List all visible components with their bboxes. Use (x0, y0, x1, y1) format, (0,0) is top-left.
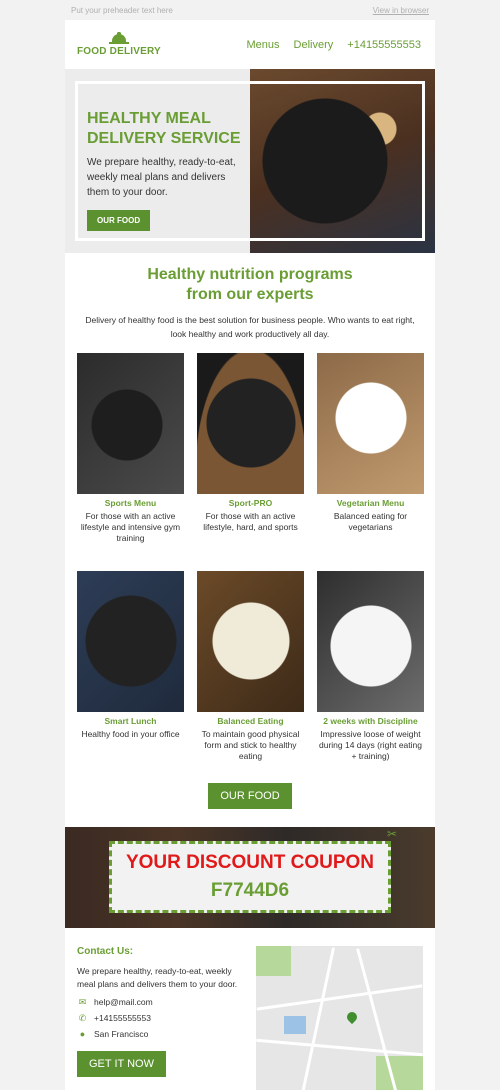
program-name[interactable]: Smart Lunch (77, 716, 184, 726)
coupon-box: YOUR DISCOUNT COUPON F7744D6 (109, 841, 391, 913)
program-card[interactable]: Balanced Eating To maintain good physica… (197, 571, 304, 775)
programs-grid: Sports Menu For those with an active lif… (65, 353, 435, 775)
nav-menus[interactable]: Menus (247, 39, 280, 51)
cloche-icon (108, 32, 129, 44)
get-it-now-button[interactable]: GET IT NOW (77, 1051, 166, 1077)
programs-subtitle: Delivery of healthy food is the best sol… (85, 315, 415, 339)
program-desc: Healthy food in your office (81, 729, 180, 739)
location-pin-icon: ● (79, 1028, 86, 1039)
header: FOOD DELIVERY Menus Delivery +1415555555… (65, 20, 435, 69)
preheader: Put your preheader text here View in bro… (65, 0, 435, 20)
hero-title: HEALTHY MEAL DELIVERY SERVICE (87, 110, 241, 147)
programs-title-line1: Healthy nutrition programs (147, 266, 353, 283)
contact-section: Contact Us: We prepare healthy, ready-to… (65, 928, 435, 1090)
program-image[interactable] (77, 571, 184, 712)
our-food-button[interactable]: OUR FOOD (208, 783, 292, 809)
program-card[interactable]: Sports Menu For those with an active lif… (77, 353, 184, 557)
phone-icon: ✆ (78, 1012, 87, 1023)
phone-text[interactable]: +14155555553 (94, 1013, 151, 1023)
hero-description: We prepare healthy, ready-to-eat, weekly… (87, 157, 236, 198)
program-image[interactable] (317, 353, 424, 494)
hero-banner: HEALTHY MEAL DELIVERY SERVICE We prepare… (65, 69, 435, 253)
email-text[interactable]: help@mail.com (94, 997, 153, 1007)
contact-location: ● San Francisco (77, 1029, 247, 1039)
scissors-icon: ✂ (386, 827, 397, 841)
contact-email[interactable]: ✉ help@mail.com (77, 997, 247, 1007)
program-name[interactable]: Vegetarian Menu (317, 498, 424, 508)
program-card[interactable]: Sport-PRO For those with an active lifes… (197, 353, 304, 557)
program-name[interactable]: Sport-PRO (197, 498, 304, 508)
program-card[interactable]: 2 weeks with Discipline Impressive loose… (317, 571, 424, 775)
map-pin-icon (344, 1009, 360, 1025)
program-image[interactable] (197, 571, 304, 712)
program-card[interactable]: Smart Lunch Healthy food in your office (77, 571, 184, 775)
program-name[interactable]: Sports Menu (77, 498, 184, 508)
logo-text: FOOD DELIVERY (77, 46, 161, 57)
envelope-icon: ✉ (78, 996, 87, 1007)
program-desc: For those with an active lifestyle and i… (80, 511, 181, 543)
coupon-banner: YOUR DISCOUNT COUPON F7744D6 ✂ (65, 827, 435, 928)
email-container: FOOD DELIVERY Menus Delivery +1415555555… (65, 20, 435, 1090)
coupon-code[interactable]: F7744D6 (112, 880, 388, 902)
program-name[interactable]: 2 weeks with Discipline (317, 716, 424, 726)
program-card[interactable]: Vegetarian Menu Balanced eating for vege… (317, 353, 424, 557)
contact-info: Contact Us: We prepare healthy, ready-to… (77, 946, 247, 1090)
contact-title: Contact Us: (77, 946, 134, 957)
contact-description: We prepare healthy, ready-to-eat, weekly… (77, 966, 238, 989)
programs-button-wrap: OUR FOOD (65, 783, 435, 809)
view-in-browser-link[interactable]: View in browser (373, 6, 429, 15)
hero-text: HEALTHY MEAL DELIVERY SERVICE We prepare… (87, 109, 247, 231)
program-desc: To maintain good physical form and stick… (201, 729, 300, 761)
program-image[interactable] (317, 571, 424, 712)
nav-delivery[interactable]: Delivery (294, 39, 334, 51)
nav: Menus Delivery +14155555553 (247, 39, 421, 51)
logo[interactable]: FOOD DELIVERY (77, 32, 161, 57)
preheader-text: Put your preheader text here (71, 5, 173, 15)
hero-our-food-button[interactable]: OUR FOOD (87, 210, 151, 231)
nav-phone[interactable]: +14155555553 (347, 39, 421, 51)
program-name[interactable]: Balanced Eating (197, 716, 304, 726)
program-image[interactable] (77, 353, 184, 494)
coupon-title: YOUR DISCOUNT COUPON (125, 852, 375, 873)
program-image[interactable] (197, 353, 304, 494)
programs-title: Healthy nutrition programs from our expe… (65, 265, 435, 305)
map[interactable] (256, 946, 423, 1090)
programs-title-line2: from our experts (186, 286, 314, 303)
program-desc: Impressive loose of weight during 14 day… (318, 729, 422, 761)
contact-phone[interactable]: ✆ +14155555553 (77, 1013, 247, 1023)
program-desc: For those with an active lifestyle, hard… (203, 511, 298, 532)
location-text: San Francisco (94, 1029, 149, 1039)
program-desc: Balanced eating for vegetarians (333, 511, 408, 532)
